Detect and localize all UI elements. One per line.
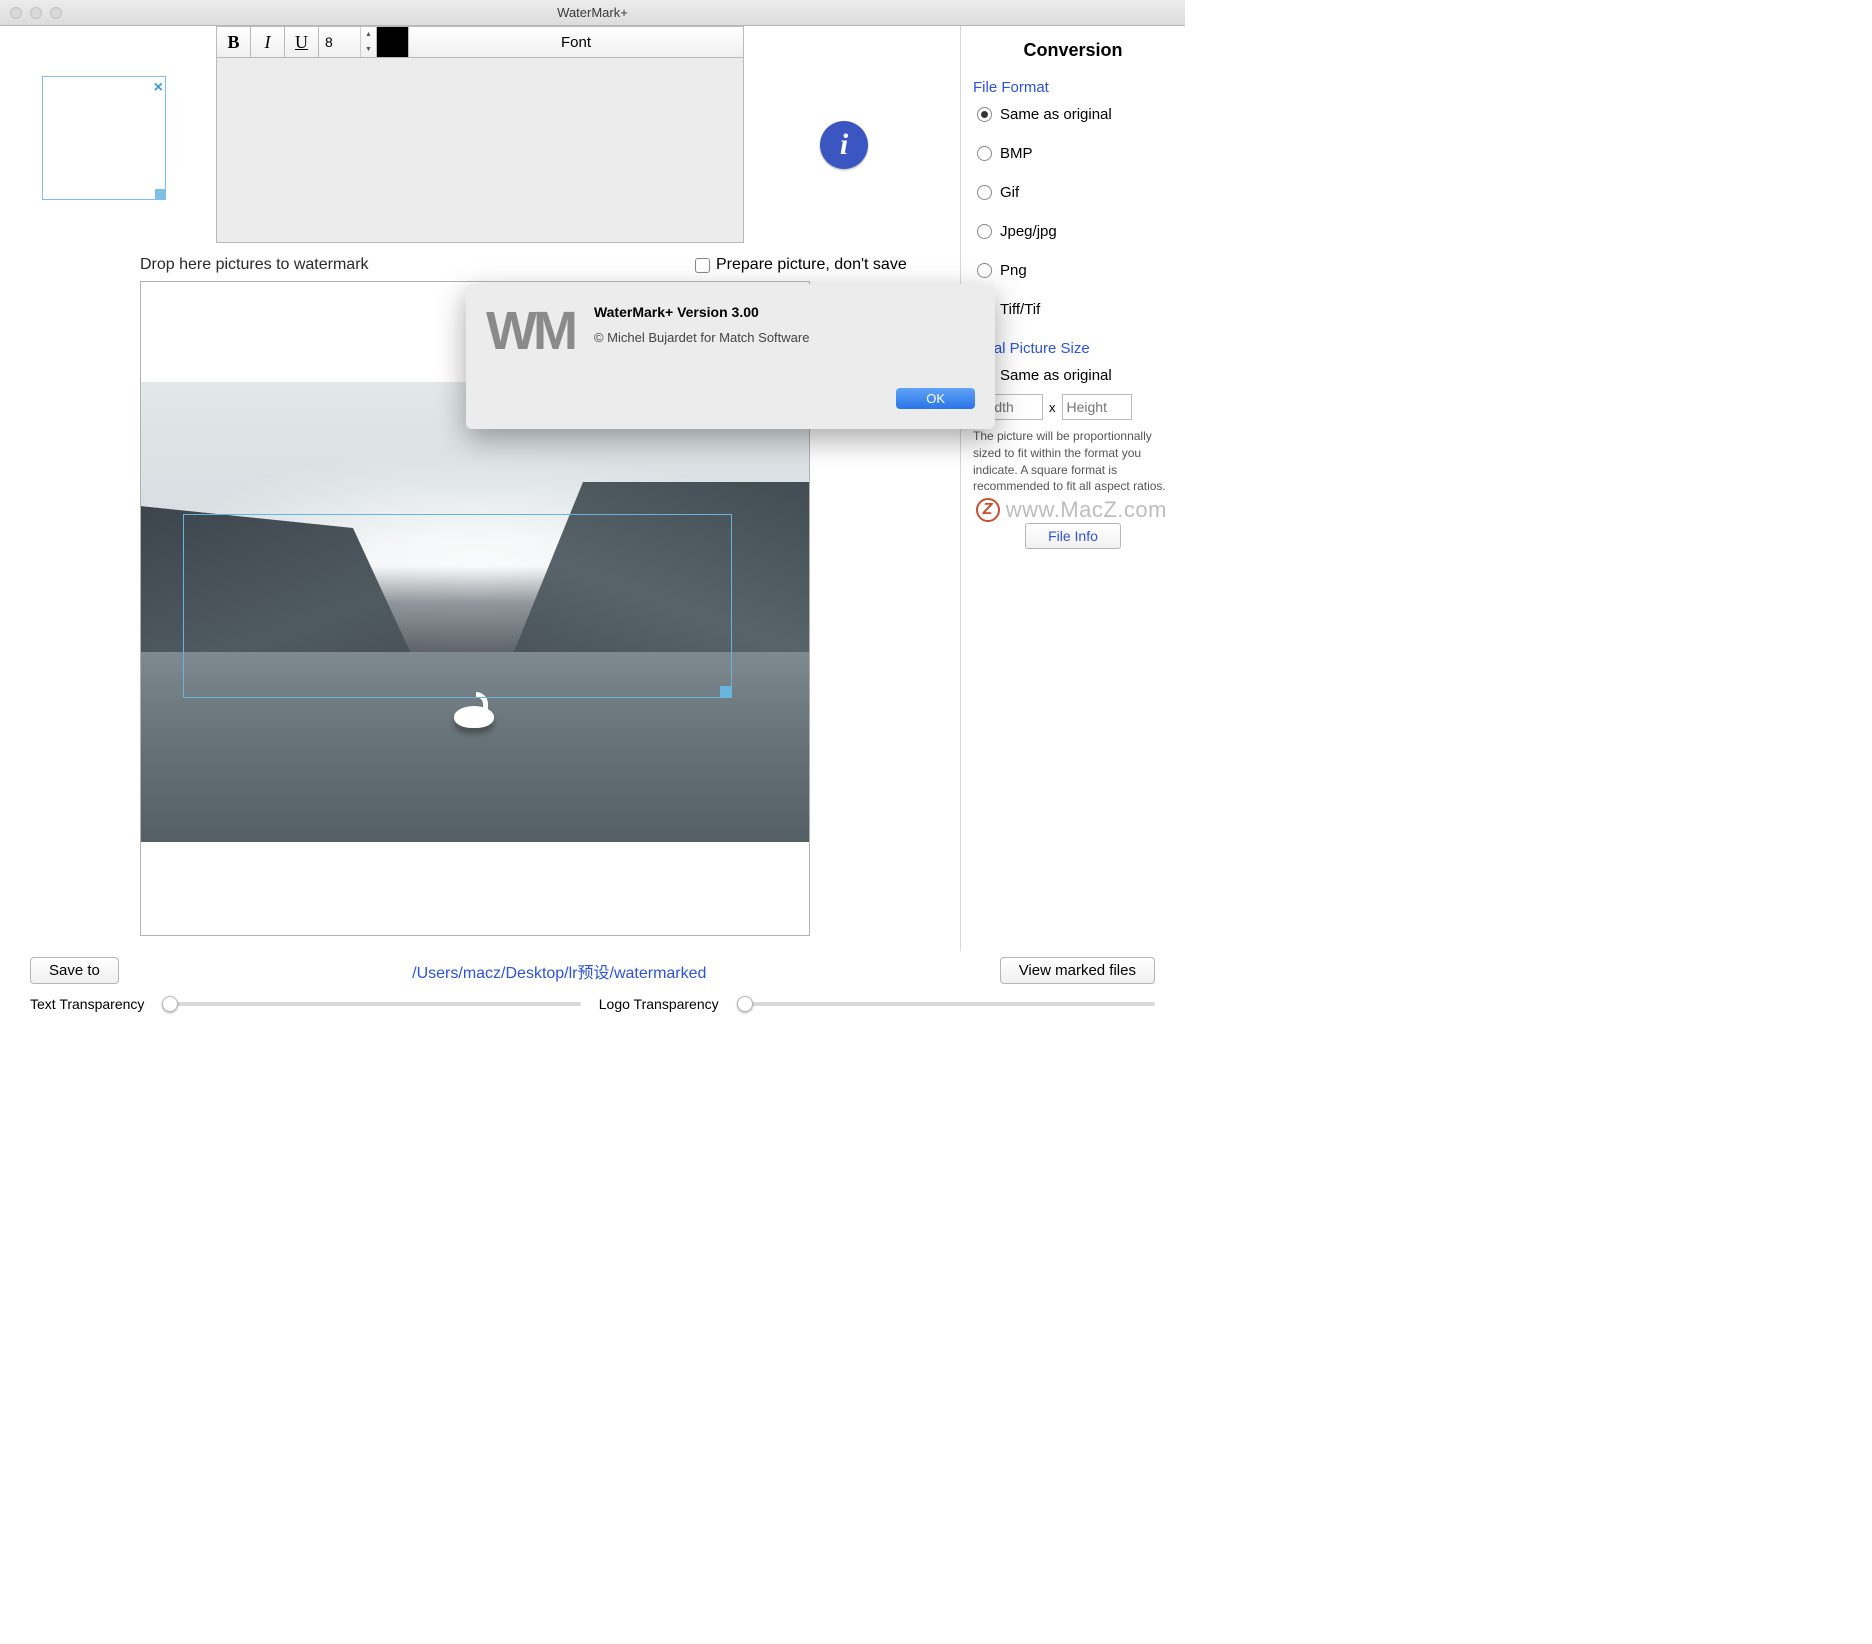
slider-knob-icon[interactable] (162, 996, 178, 1012)
italic-button[interactable]: I (251, 27, 285, 57)
titlebar: WaterMark+ (0, 0, 1185, 26)
conversion-sidebar: Conversion File Format Same as original … (960, 26, 1185, 951)
format-radio-gif[interactable]: Gif (977, 184, 1173, 201)
final-size-heading: Final Picture Size (973, 340, 1173, 357)
close-icon[interactable]: × (154, 79, 163, 97)
view-marked-files-button[interactable]: View marked files (1000, 957, 1155, 984)
sidebar-title: Conversion (973, 40, 1173, 61)
underline-button[interactable]: U (285, 27, 319, 57)
radio-icon[interactable] (977, 224, 992, 239)
text-color-swatch[interactable] (377, 27, 409, 57)
file-format-heading: File Format (973, 79, 1173, 96)
format-label: Tiff/Tif (1000, 301, 1040, 318)
prepare-picture-label: Prepare picture, don't save (716, 256, 907, 274)
info-icon[interactable]: i (820, 121, 868, 169)
text-transparency-label: Text Transparency (30, 996, 144, 1012)
font-size-stepper[interactable]: 8 ▲▼ (319, 27, 377, 57)
dialog-copyright: © Michel Bujardet for Match Software (594, 330, 810, 345)
main-area: × B I U 8 ▲▼ Font i Drop here pictures t… (0, 26, 960, 951)
save-to-button[interactable]: Save to (30, 957, 119, 984)
format-label: Png (1000, 262, 1027, 279)
format-radio-bmp[interactable]: BMP (977, 145, 1173, 162)
about-dialog: WM WaterMark+ Version 3.00 © Michel Buja… (466, 284, 995, 429)
radio-icon[interactable] (977, 185, 992, 200)
slider-knob-icon[interactable] (737, 996, 753, 1012)
text-transparency-slider[interactable] (162, 1002, 580, 1006)
dialog-title: WaterMark+ Version 3.00 (594, 304, 810, 320)
preview-image (141, 382, 809, 842)
watermark-placement-box[interactable]: × (42, 76, 166, 200)
resize-handle-icon[interactable] (155, 189, 166, 200)
close-window-button[interactable] (10, 7, 22, 19)
drop-instruction-label: Drop here pictures to watermark (140, 256, 369, 274)
format-label: Same as original (1000, 106, 1112, 123)
x-separator: x (1049, 400, 1056, 415)
file-info-button[interactable]: File Info (1025, 523, 1121, 549)
format-label: BMP (1000, 145, 1033, 162)
size-same-checkbox[interactable]: Same as original (977, 367, 1173, 384)
bottom-bar: Save to /Users/macz/Desktop/lr预设/waterma… (0, 951, 1185, 1041)
window-title: WaterMark+ (0, 5, 1185, 20)
site-watermark-text: www.MacZ.com (1006, 497, 1167, 523)
format-label: Gif (1000, 184, 1019, 201)
radio-icon[interactable] (977, 107, 992, 122)
format-label: Jpeg/jpg (1000, 223, 1057, 240)
site-watermark-overlay: Z www.MacZ.com (976, 497, 1167, 523)
height-input[interactable] (1062, 394, 1132, 420)
size-help-text: The picture will be proportionnally size… (973, 428, 1173, 495)
format-radio-jpeg[interactable]: Jpeg/jpg (977, 223, 1173, 240)
size-same-label: Same as original (1000, 367, 1112, 384)
save-path-label: /Users/macz/Desktop/lr预设/watermarked (412, 959, 706, 983)
font-size-value: 8 (325, 34, 333, 50)
ok-button[interactable]: OK (896, 388, 975, 409)
format-radio-png[interactable]: Png (977, 262, 1173, 279)
prepare-picture-checkbox[interactable]: Prepare picture, don't save (695, 256, 907, 274)
zoom-window-button[interactable] (50, 7, 62, 19)
format-radio-same[interactable]: Same as original (977, 106, 1173, 123)
logo-transparency-slider[interactable] (737, 1002, 1155, 1006)
app-logo-icon: WM (486, 304, 574, 358)
format-radio-tiff[interactable]: Tiff/Tif (977, 301, 1173, 318)
logo-transparency-label: Logo Transparency (599, 996, 719, 1012)
logo-z-icon: Z (976, 498, 1000, 522)
minimize-window-button[interactable] (30, 7, 42, 19)
watermark-text-input[interactable] (216, 58, 744, 243)
radio-icon[interactable] (977, 263, 992, 278)
stepper-arrows-icon[interactable]: ▲▼ (360, 27, 376, 57)
font-button[interactable]: Font (409, 27, 743, 57)
text-toolbar: B I U 8 ▲▼ Font (216, 26, 744, 58)
bold-button[interactable]: B (217, 27, 251, 57)
radio-icon[interactable] (977, 146, 992, 161)
checkbox-icon[interactable] (695, 258, 710, 273)
